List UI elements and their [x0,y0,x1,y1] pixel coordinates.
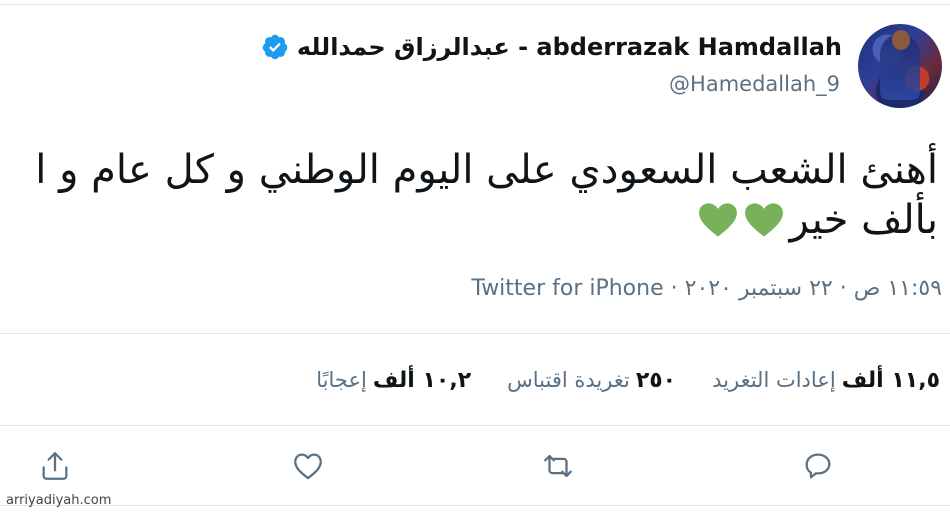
source-watermark: arriyadiyah.com [6,493,112,508]
tweet-line-2: بألف خير [35,195,938,245]
share-icon [42,452,68,480]
avatar[interactable] [858,24,942,108]
like-button[interactable] [288,446,328,486]
divider [0,505,950,506]
divider [0,425,950,426]
stat-quote-tweets[interactable]: ٢٥٠ تغريدة اقتباس [507,368,676,393]
divider [0,333,950,334]
stat-likes[interactable]: ١٠,٢ ألف إعجابًا [316,368,471,393]
tweet-timestamp[interactable]: ١١:٥٩ ص · ٢٢ سبتمبر ٢٠٢٠ · [671,276,942,301]
reply-button[interactable] [798,446,838,486]
retweet-icon [544,454,572,478]
tweet-line-2-text: بألف خير [789,197,939,243]
stat-label: إعجابًا [316,367,367,392]
verified-badge-icon [262,34,288,60]
stat-value: ١١,٥ ألف [841,367,940,393]
reply-icon [805,453,831,479]
tweet-text: أهنئ الشعب السعودي على اليوم الوطني و كل… [35,145,938,245]
stat-value: ٢٥٠ [635,367,677,393]
display-name[interactable]: عبدالرزاق حمدالله - abderrazak Hamdallah [297,33,842,61]
green-heart-icon [744,203,783,237]
green-heart-icon [698,203,737,237]
tweet-meta: ١١:٥٩ ص · ٢٢ سبتمبر ٢٠٢٠ · Twitter for i… [471,276,942,301]
tweet-header: عبدالرزاق حمدالله - abderrazak Hamdallah [261,32,842,62]
stat-label: إعادات التغريد [712,367,836,392]
tweet-source[interactable]: Twitter for iPhone [471,276,663,301]
share-button[interactable] [35,446,75,486]
tweet-stats: ١١,٥ ألف إعادات التغريد ٢٥٠ تغريدة اقتبا… [316,362,940,398]
tweet-line-1: أهنئ الشعب السعودي على اليوم الوطني و كل… [35,147,938,193]
stat-label: تغريدة اقتباس [507,367,630,392]
top-divider [0,4,950,5]
stat-retweets[interactable]: ١١,٥ ألف إعادات التغريد [712,368,940,393]
like-icon [294,453,322,480]
avatar-head [892,30,910,50]
stat-value: ١٠,٢ ألف [372,367,472,393]
tweet-actions [0,446,950,486]
retweet-button[interactable] [538,446,578,486]
user-handle[interactable]: @Hamedallah_9 [669,72,840,96]
